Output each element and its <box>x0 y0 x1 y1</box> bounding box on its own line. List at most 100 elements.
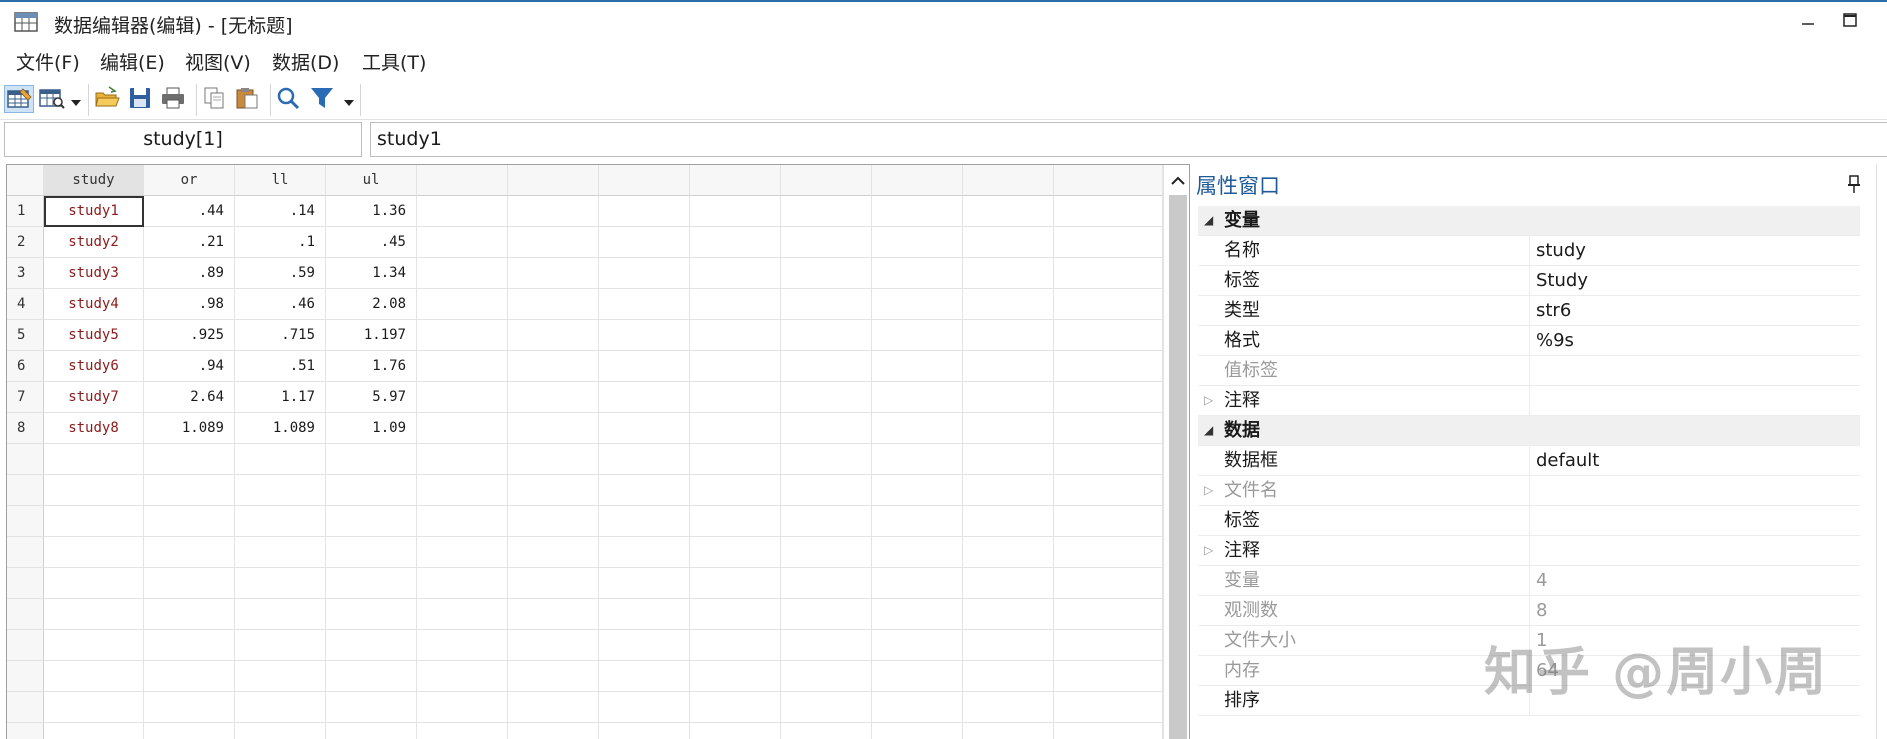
column-header-or[interactable]: or <box>144 165 235 196</box>
save-button[interactable] <box>126 85 156 113</box>
empty-cell[interactable] <box>1054 661 1163 692</box>
empty-cell[interactable] <box>144 630 235 661</box>
empty-cell[interactable] <box>690 351 781 382</box>
chevron-down-icon[interactable] <box>344 100 354 106</box>
pin-icon[interactable] <box>1847 174 1861 194</box>
expand-icon[interactable]: ▷ <box>1204 476 1213 505</box>
empty-cell[interactable] <box>872 723 963 739</box>
prop-value[interactable]: str6 <box>1529 296 1860 325</box>
empty-cell[interactable] <box>44 599 144 630</box>
empty-cell[interactable] <box>963 320 1054 351</box>
cell-ll[interactable]: .46 <box>235 289 326 320</box>
empty-cell[interactable] <box>417 568 508 599</box>
empty-cell[interactable] <box>1054 692 1163 723</box>
empty-cell[interactable] <box>235 568 326 599</box>
column-header-empty[interactable] <box>599 165 690 196</box>
cell-or[interactable]: .98 <box>144 289 235 320</box>
empty-cell[interactable] <box>963 537 1054 568</box>
empty-cell[interactable] <box>417 413 508 444</box>
empty-cell[interactable] <box>417 475 508 506</box>
empty-cell[interactable] <box>508 506 599 537</box>
menu-data[interactable]: 数据(D) <box>272 48 339 75</box>
empty-cell[interactable] <box>508 692 599 723</box>
row-number[interactable] <box>7 537 44 568</box>
empty-cell[interactable] <box>508 413 599 444</box>
empty-cell[interactable] <box>599 320 690 351</box>
empty-cell[interactable] <box>1054 320 1163 351</box>
empty-cell[interactable] <box>781 351 872 382</box>
empty-cell[interactable] <box>326 568 417 599</box>
empty-cell[interactable] <box>508 599 599 630</box>
empty-cell[interactable] <box>326 506 417 537</box>
empty-cell[interactable] <box>599 227 690 258</box>
cell-ll[interactable]: 1.089 <box>235 413 326 444</box>
empty-cell[interactable] <box>690 258 781 289</box>
empty-cell[interactable] <box>872 661 963 692</box>
cell-or[interactable]: 1.089 <box>144 413 235 444</box>
cell-or[interactable]: .925 <box>144 320 235 351</box>
empty-cell[interactable] <box>1054 227 1163 258</box>
row-number[interactable]: 1 <box>7 196 44 227</box>
empty-cell[interactable] <box>1054 630 1163 661</box>
column-header-empty[interactable] <box>781 165 872 196</box>
empty-cell[interactable] <box>872 537 963 568</box>
prop-row-format[interactable]: 格式 %9s <box>1198 326 1860 356</box>
empty-cell[interactable] <box>599 537 690 568</box>
empty-cell[interactable] <box>963 196 1054 227</box>
cell-ul[interactable]: 1.76 <box>326 351 417 382</box>
row-number[interactable]: 6 <box>7 351 44 382</box>
empty-cell[interactable] <box>144 661 235 692</box>
empty-cell[interactable] <box>44 506 144 537</box>
cell-ul[interactable]: 1.197 <box>326 320 417 351</box>
empty-cell[interactable] <box>781 413 872 444</box>
prop-value[interactable]: study <box>1529 236 1860 265</box>
empty-cell[interactable] <box>144 475 235 506</box>
empty-cell[interactable] <box>144 506 235 537</box>
empty-cell[interactable] <box>508 444 599 475</box>
corner-cell[interactable] <box>7 165 44 196</box>
column-header-empty[interactable] <box>508 165 599 196</box>
row-number[interactable] <box>7 444 44 475</box>
find-button[interactable] <box>275 85 305 113</box>
row-number[interactable] <box>7 506 44 537</box>
prop-value[interactable] <box>1529 536 1860 565</box>
expand-icon[interactable]: ▷ <box>1204 386 1213 415</box>
empty-cell[interactable] <box>235 661 326 692</box>
empty-cell[interactable] <box>508 630 599 661</box>
cell-or[interactable]: .89 <box>144 258 235 289</box>
empty-cell[interactable] <box>1054 723 1163 739</box>
prop-row-filename[interactable]: ▷ 文件名 <box>1198 476 1860 506</box>
empty-cell[interactable] <box>872 227 963 258</box>
row-number[interactable]: 8 <box>7 413 44 444</box>
empty-cell[interactable] <box>417 227 508 258</box>
empty-cell[interactable] <box>599 599 690 630</box>
cell-study[interactable]: study1 <box>44 196 144 227</box>
empty-cell[interactable] <box>417 692 508 723</box>
filter-button[interactable] <box>308 85 338 113</box>
empty-cell[interactable] <box>690 568 781 599</box>
empty-cell[interactable] <box>508 475 599 506</box>
empty-cell[interactable] <box>508 568 599 599</box>
cell-study[interactable]: study7 <box>44 382 144 413</box>
cell-ul[interactable]: 5.97 <box>326 382 417 413</box>
open-button[interactable] <box>93 85 123 113</box>
empty-cell[interactable] <box>326 599 417 630</box>
cell-or[interactable]: .44 <box>144 196 235 227</box>
empty-cell[interactable] <box>417 351 508 382</box>
empty-cell[interactable] <box>599 630 690 661</box>
cell-ul[interactable]: 2.08 <box>326 289 417 320</box>
empty-cell[interactable] <box>963 661 1054 692</box>
vertical-scrollbar[interactable] <box>1163 165 1189 739</box>
empty-cell[interactable] <box>1054 599 1163 630</box>
empty-cell[interactable] <box>690 661 781 692</box>
empty-cell[interactable] <box>599 506 690 537</box>
empty-cell[interactable] <box>508 723 599 739</box>
empty-cell[interactable] <box>417 630 508 661</box>
prop-value[interactable] <box>1529 386 1860 415</box>
empty-cell[interactable] <box>599 196 690 227</box>
empty-cell[interactable] <box>872 196 963 227</box>
empty-cell[interactable] <box>599 661 690 692</box>
empty-cell[interactable] <box>963 506 1054 537</box>
empty-cell[interactable] <box>508 320 599 351</box>
empty-cell[interactable] <box>326 475 417 506</box>
